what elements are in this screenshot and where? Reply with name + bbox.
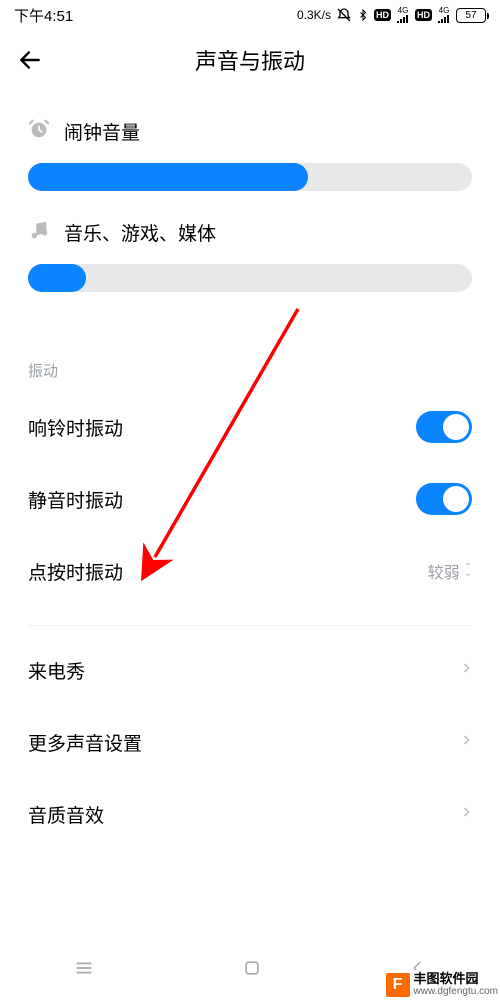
sound-effect-label: 音质音效 [28,801,104,828]
signal-2: 4G [437,7,451,23]
battery-indicator: 57 [456,8,486,23]
vibrate-on-ring-row[interactable]: 响铃时振动 [28,391,472,463]
nav-home-icon[interactable] [242,958,262,983]
music-icon [28,219,50,246]
media-volume-slider[interactable] [28,264,472,292]
mute-icon [336,7,352,23]
nav-recents-icon[interactable] [73,957,95,984]
vibrate-on-ring-toggle[interactable] [416,411,472,443]
alarm-volume-label: 闹钟音量 [64,118,140,145]
hd-badge-1: HD [374,9,391,21]
vibrate-on-silent-label: 静音时振动 [28,486,123,513]
sound-effect-row[interactable]: 音质音效 [28,778,472,850]
vibrate-on-silent-toggle[interactable] [416,483,472,515]
hd-badge-2: HD [415,9,432,21]
chevron-right-icon [460,803,472,826]
vibrate-on-tap-value: 较弱 ⌃⌄ [428,559,472,583]
more-sound-row[interactable]: 更多声音设置 [28,706,472,778]
chevron-right-icon [460,731,472,754]
page-header: 声音与振动 [0,30,500,90]
net-speed: 0.3K/s [297,8,331,22]
page-title: 声音与振动 [0,44,500,76]
vibrate-on-ring-label: 响铃时振动 [28,414,123,441]
status-icons: 0.3K/s HD 4G HD 4G 57 [297,7,486,23]
media-volume-label: 音乐、游戏、媒体 [64,219,216,246]
back-button[interactable] [0,47,60,73]
caller-show-row[interactable]: 来电秀 [28,634,472,706]
alarm-volume-block: 闹钟音量 [28,118,472,191]
vibrate-on-tap-row[interactable]: 点按时振动 较弱 ⌃⌄ [28,535,472,607]
more-sound-label: 更多声音设置 [28,729,142,756]
alarm-volume-slider[interactable] [28,163,472,191]
back-arrow-icon [17,47,43,73]
watermark: F 丰图软件园 www.dgfengtu.com [384,970,500,1000]
status-time: 下午4:51 [14,5,73,26]
updown-icon: ⌃⌄ [464,565,472,577]
bluetooth-icon [357,7,369,23]
chevron-right-icon [460,659,472,682]
vibrate-on-silent-row[interactable]: 静音时振动 [28,463,472,535]
alarm-icon [28,118,50,145]
vibration-section-label: 振动 [28,360,472,381]
signal-1: 4G [396,7,410,23]
divider [28,625,472,626]
watermark-url: www.dgfengtu.com [414,985,499,998]
media-volume-block: 音乐、游戏、媒体 [28,219,472,292]
caller-show-label: 来电秀 [28,657,85,684]
vibrate-on-tap-label: 点按时振动 [28,558,123,585]
media-volume-fill [28,264,86,292]
status-bar: 下午4:51 0.3K/s HD 4G HD 4G 57 [0,0,500,30]
watermark-logo: F [386,973,410,997]
alarm-volume-fill [28,163,308,191]
watermark-name: 丰图软件园 [414,972,499,985]
